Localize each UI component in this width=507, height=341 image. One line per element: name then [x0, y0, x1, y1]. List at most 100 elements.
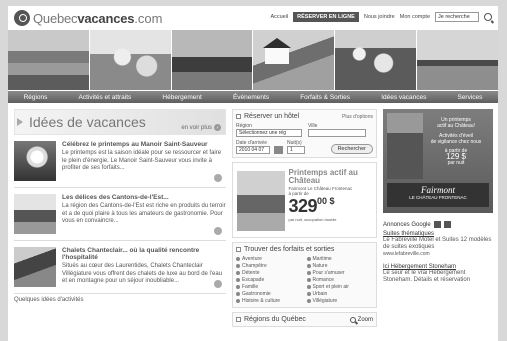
reserver-button[interactable]: RÉSERVER EN LIGNE: [293, 12, 359, 22]
forfait-label: Champêtre: [242, 263, 267, 269]
forfaits-box: Trouver des forfaits et sorties Aventure…: [232, 242, 377, 308]
house-shape: [265, 48, 290, 64]
page: Quebec vacances .com Accueil RÉSERVER EN…: [8, 6, 498, 341]
article-body: La région des Cantons-de-l'Est est riche…: [62, 203, 226, 224]
forfait-option[interactable]: Histoire & culture: [236, 298, 303, 304]
hotel-header: Réserver un hôtel Plus d'options: [236, 113, 373, 120]
nav-regions[interactable]: Régions: [24, 94, 48, 101]
forfait-label: Romance: [312, 277, 334, 283]
article-title[interactable]: Célébrez le printemps au Manoir Saint-Sa…: [62, 141, 226, 148]
search-icon[interactable]: [484, 13, 492, 21]
article-thumbnail[interactable]: [14, 141, 56, 181]
forfait-option[interactable]: Villégiature: [306, 298, 374, 304]
forfait-label: Urbain: [312, 291, 328, 297]
nav-evenements[interactable]: Événements: [233, 94, 269, 101]
header: Quebec vacances .com Accueil RÉSERVER EN…: [8, 6, 498, 30]
nuits-group: Nuit(s) 1: [287, 140, 305, 154]
forfait-option[interactable]: Maritime: [306, 256, 374, 262]
google-ads-label: Annonces Google: [383, 221, 431, 228]
article-item[interactable]: Chalets Chanteclair... où la qualité ren…: [14, 241, 226, 294]
rechercher-button[interactable]: Rechercher: [330, 144, 373, 154]
promo-text: Printemps actif au Château Fairmont Le C…: [289, 163, 377, 237]
forfait-option[interactable]: Nature: [306, 263, 374, 269]
nav-idees[interactable]: Idées vacances: [381, 94, 426, 101]
article-thumbnail[interactable]: [14, 247, 56, 287]
radio-icon: [306, 257, 311, 261]
logo-text-a: Quebec: [33, 10, 78, 26]
regions-header: Régions du Québec: [236, 316, 306, 323]
forfait-option[interactable]: Gastronomie: [236, 291, 303, 297]
forfait-option[interactable]: Famille: [236, 284, 303, 290]
compte-link[interactable]: Mon compte: [400, 14, 430, 20]
article-body: Situés au cœur des Laurentides, Chalets …: [62, 263, 223, 284]
joindre-link[interactable]: Nous joindre: [364, 14, 395, 20]
radio-icon: [236, 264, 240, 268]
date-group: Date d'arrivée 2010 04 07: [236, 140, 270, 154]
article-arrow-icon[interactable]: [214, 174, 222, 182]
ad-text: Un printemps actif au Château! Activités…: [425, 117, 487, 166]
promo-cents: 00 $: [317, 196, 335, 206]
idees-header: Idées de vacances en voir plus ›: [14, 109, 226, 135]
search-input[interactable]: Je recherche: [435, 12, 479, 22]
region-select[interactable]: Sélectionnez une rég: [236, 129, 302, 137]
article-thumbnail[interactable]: [14, 194, 56, 234]
forfait-label: Pour s'amuser: [312, 270, 345, 276]
hotel-row-1: Région Sélectionnez une rég Ville: [236, 123, 373, 137]
forfait-label: Escapade: [242, 277, 265, 283]
ad-body: Le Fabreville Motel et Suites 12 modèles…: [383, 237, 492, 250]
nuits-select[interactable]: 1: [287, 146, 305, 154]
ad-line4: de vigilance chez nous: [430, 139, 482, 145]
article-item[interactable]: Les délices des Cantons-de-l'Est... La r…: [14, 188, 226, 241]
article-arrow-icon[interactable]: [214, 227, 222, 235]
forfait-option[interactable]: Romance: [306, 277, 374, 283]
calendar-icon[interactable]: [274, 146, 283, 154]
nav-forfaits[interactable]: Forfaits & Sorties: [300, 94, 350, 101]
prev-arrow-icon[interactable]: [433, 221, 441, 228]
banner-photo-lake: [417, 30, 498, 90]
next-arrow-icon[interactable]: [443, 221, 451, 228]
main-nav: Régions Activités et attraits Hébergemen…: [8, 91, 498, 103]
banner-photo-coast: [8, 30, 89, 90]
article-title[interactable]: Chalets Chanteclair... où la qualité ren…: [62, 247, 226, 261]
nav-services[interactable]: Services: [457, 94, 482, 101]
google-ads: Annonces Google Suites thématiques Le Fa…: [383, 221, 493, 284]
date-input[interactable]: 2010 04 07: [236, 146, 270, 154]
forfait-option[interactable]: Urbain: [306, 291, 374, 297]
google-ads-header: Annonces Google: [383, 221, 493, 228]
promo-chateau[interactable]: Printemps actif au Château Fairmont Le C…: [232, 162, 377, 238]
forfaits-title: Trouver des forfaits et sorties: [244, 246, 335, 253]
promo-image[interactable]: [237, 171, 285, 231]
radio-icon: [306, 285, 311, 289]
voir-plus-label: en voir plus: [181, 124, 212, 131]
idees-column: Idées de vacances en voir plus › Célébrez…: [14, 109, 226, 327]
forfait-option[interactable]: Escapade: [236, 277, 303, 283]
photo-banner: [8, 30, 498, 90]
logo-icon: [14, 10, 30, 26]
zoom-link[interactable]: Zoom: [346, 316, 373, 323]
forfait-option[interactable]: Sport et plein air: [306, 284, 374, 290]
ville-input[interactable]: [308, 129, 366, 137]
forfait-option[interactable]: Détente: [236, 270, 303, 276]
logo-text-c: .com: [134, 10, 163, 26]
article-title[interactable]: Les délices des Cantons-de-l'Est...: [62, 194, 226, 201]
zoom-label: Zoom: [357, 316, 373, 323]
ad-url[interactable]: www.lefabreville.com: [383, 251, 493, 258]
plus-options-link[interactable]: Plus d'options: [342, 114, 373, 120]
nav-activites[interactable]: Activités et attraits: [79, 94, 132, 101]
radio-icon: [306, 299, 311, 303]
logo[interactable]: Quebec vacances .com: [14, 10, 162, 26]
forfait-label: Villégiature: [312, 298, 338, 304]
forfait-option[interactable]: Champêtre: [236, 263, 303, 269]
forfait-label: Maritime: [312, 256, 332, 262]
banner-photo-house: [253, 30, 335, 90]
ad-brand2: LE CHÂTEAU FRONTENAC: [409, 195, 467, 200]
article-arrow-icon[interactable]: [214, 280, 222, 288]
chateau-ad[interactable]: Un printemps actif au Château! Activités…: [383, 109, 493, 213]
forfait-option[interactable]: Aventure: [236, 256, 303, 262]
nav-hebergement[interactable]: Hébergement: [162, 94, 201, 101]
accueil-link[interactable]: Accueil: [270, 14, 288, 20]
forfait-option[interactable]: Pour s'amuser: [306, 270, 374, 276]
article-item[interactable]: Célébrez le printemps au Manoir Saint-Sa…: [14, 135, 226, 188]
voir-plus-link[interactable]: en voir plus ›: [181, 124, 221, 131]
regions-box: Régions du Québec Zoom: [232, 312, 377, 327]
